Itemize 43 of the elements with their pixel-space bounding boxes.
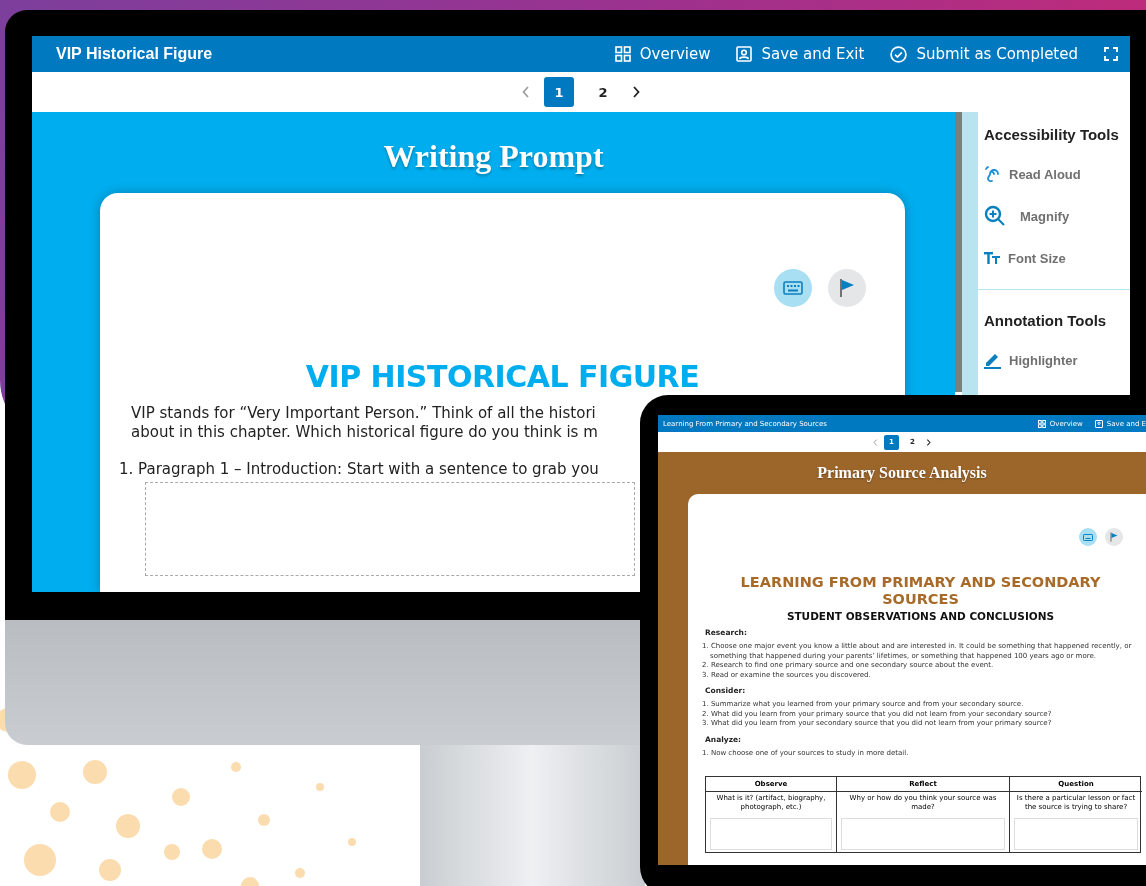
text-size-icon: [984, 252, 1000, 264]
chevron-left-icon[interactable]: [522, 86, 530, 98]
grid-icon: [1037, 419, 1046, 428]
sidebar-item[interactable]: Font Size: [984, 237, 1066, 279]
chevron-right-icon[interactable]: [632, 86, 640, 98]
ear-icon: [984, 165, 1001, 183]
chevron-right-icon[interactable]: [926, 438, 931, 446]
worksheet-title: LEARNING FROM PRIMARY AND SECONDARY SOURCES: [739, 574, 1102, 608]
portrait-icon: [736, 46, 753, 62]
keyboard-button[interactable]: [1079, 528, 1097, 546]
keyboard-icon: [1083, 533, 1093, 541]
sidebar-item[interactable]: Highlighter: [984, 339, 1078, 381]
grid-icon: [614, 46, 631, 62]
sidebar-heading: Annotation Tools: [984, 312, 1108, 329]
page-button[interactable]: 1: [544, 77, 574, 107]
intro-text-line: about in this chapter. Which historical figure do you think is m: [131, 423, 598, 442]
keyboard-button[interactable]: [774, 269, 812, 307]
scrollbar[interactable]: [955, 112, 962, 392]
flag-icon: [839, 278, 855, 298]
banner-title: Primary Source Analysis: [817, 464, 987, 482]
fullscreen-icon[interactable]: [1104, 47, 1118, 61]
question-text: 1. Paragraph 1 – Introduction: Start with a sentence to grab you: [119, 460, 599, 478]
chevron-left-icon[interactable]: [873, 438, 878, 446]
sidebar-item[interactable]: Magnify: [984, 195, 1070, 237]
pencil-icon: [984, 351, 1001, 369]
flag-button[interactable]: [1105, 528, 1123, 546]
flag-icon: [1110, 532, 1118, 542]
worksheet-subtitle: STUDENT OBSERVATIONS AND CONCLUSIONS: [785, 610, 1056, 622]
overview-button[interactable]: Overview: [614, 45, 711, 63]
save-exit-button[interactable]: Save and Exit: [736, 45, 865, 63]
sidebar-item[interactable]: Read Aloud: [984, 153, 1081, 195]
flag-button[interactable]: [828, 269, 866, 307]
app-title: VIP Historical Figure: [56, 45, 213, 63]
worksheet-title: VIP HISTORICAL FIGURE: [304, 359, 701, 394]
keyboard-icon: [783, 281, 803, 295]
check-circle-icon: [890, 45, 908, 63]
portrait-icon: [1094, 419, 1103, 428]
submit-button[interactable]: Submit as Completed: [890, 45, 1078, 63]
sidebar-heading: Accessibility Tools: [984, 126, 1120, 143]
page-button[interactable]: 2: [588, 77, 618, 107]
zoom-in-icon: [984, 205, 1006, 227]
intro-text-line: VIP stands for “Very Important Person.” Think of all the histori: [131, 404, 596, 423]
banner-title: Writing Prompt: [383, 138, 604, 175]
